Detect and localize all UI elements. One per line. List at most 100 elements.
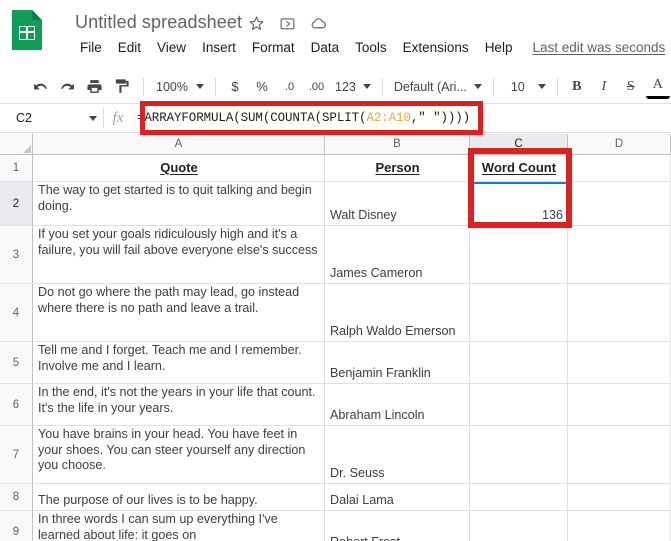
cell-d4[interactable] bbox=[568, 284, 671, 342]
menu-item-data[interactable]: Data bbox=[303, 38, 348, 57]
toolbar-divider-4 bbox=[492, 77, 494, 96]
menu-item-tools[interactable]: Tools bbox=[347, 38, 395, 57]
chevron-down-icon bbox=[473, 84, 482, 89]
row-header-4[interactable]: 4 bbox=[0, 284, 33, 342]
currency-format-button[interactable]: $ bbox=[223, 75, 247, 99]
cell-c2[interactable]: 136 bbox=[470, 182, 568, 226]
column-header-c[interactable]: C bbox=[470, 134, 568, 155]
redo-icon[interactable] bbox=[55, 75, 79, 99]
cell-d3[interactable] bbox=[568, 226, 671, 284]
cell-c9[interactable] bbox=[470, 511, 568, 541]
menu-item-insert[interactable]: Insert bbox=[194, 38, 244, 57]
cell-a3[interactable]: If you set your goals ridiculously high … bbox=[33, 226, 325, 284]
cell-b5[interactable]: Benjamin Franklin bbox=[325, 342, 470, 384]
print-icon[interactable] bbox=[82, 75, 106, 99]
menu-item-edit[interactable]: Edit bbox=[110, 38, 149, 57]
last-edit-status[interactable]: Last edit was seconds bbox=[532, 40, 665, 55]
cell-a9[interactable]: In three words I can sum up everything I… bbox=[33, 511, 325, 541]
cell-a5-text: Tell me and I forget. Teach me and I rem… bbox=[38, 343, 302, 373]
menu-item-format[interactable]: Format bbox=[244, 38, 303, 57]
move-to-folder-icon[interactable] bbox=[279, 15, 296, 32]
cell-b3[interactable]: James Cameron bbox=[325, 226, 470, 284]
menu-item-file[interactable]: File bbox=[72, 38, 110, 57]
font-family-dropdown[interactable]: Default (Ari... bbox=[390, 75, 486, 99]
document-title[interactable]: Untitled spreadsheet bbox=[75, 12, 242, 33]
cell-c8[interactable] bbox=[470, 484, 568, 511]
cell-a6[interactable]: In the end, it's not the years in your l… bbox=[33, 384, 325, 426]
cell-a2[interactable]: The way to get started is to quit talkin… bbox=[33, 182, 325, 226]
fill-handle[interactable] bbox=[565, 223, 571, 229]
cell-c4[interactable] bbox=[470, 284, 568, 342]
cell-c1-text: Word Count bbox=[481, 159, 557, 175]
chevron-down-icon bbox=[196, 84, 204, 89]
cell-b4[interactable]: Ralph Waldo Emerson bbox=[325, 284, 470, 342]
cell-b6[interactable]: Abraham Lincoln bbox=[325, 384, 470, 426]
row-header-7[interactable]: 7 bbox=[0, 426, 33, 484]
cell-b7[interactable]: Dr. Seuss bbox=[325, 426, 470, 484]
cell-d2[interactable] bbox=[568, 182, 671, 226]
cell-b1-text: Person bbox=[375, 159, 420, 175]
cell-a4[interactable]: Do not go where the path may lead, go in… bbox=[33, 284, 325, 342]
column-header-a[interactable]: A bbox=[33, 134, 325, 155]
cell-b8[interactable]: Dalai Lama bbox=[325, 484, 470, 511]
cloud-saved-icon[interactable] bbox=[310, 15, 327, 32]
row-header-2[interactable]: 2 bbox=[0, 182, 33, 226]
undo-icon[interactable] bbox=[28, 75, 52, 99]
cell-d1[interactable] bbox=[568, 155, 671, 182]
cell-b2-text: Walt Disney bbox=[330, 207, 397, 222]
cell-a8[interactable]: The purpose of our lives is to be happy. bbox=[33, 484, 325, 511]
row-header-5-label: 5 bbox=[12, 356, 20, 369]
italic-button[interactable]: I bbox=[592, 75, 616, 99]
cell-a6-text: In the end, it's not the years in your l… bbox=[38, 385, 316, 415]
number-format-dropdown[interactable]: 123 bbox=[331, 75, 375, 99]
cell-b2[interactable]: Walt Disney bbox=[325, 182, 470, 226]
paint-format-icon[interactable] bbox=[109, 75, 133, 99]
font-size-dropdown[interactable]: 10 bbox=[501, 75, 550, 99]
cell-a7[interactable]: You have brains in your head. You have f… bbox=[33, 426, 325, 484]
google-sheets-logo[interactable] bbox=[12, 10, 42, 50]
percent-format-button[interactable]: % bbox=[250, 75, 274, 99]
cell-a7-text: You have brains in your head. You have f… bbox=[38, 427, 306, 472]
cell-d8[interactable] bbox=[568, 484, 671, 511]
row-header-5[interactable]: 5 bbox=[0, 342, 33, 384]
text-color-button[interactable]: A bbox=[645, 75, 670, 99]
zoom-level-dropdown[interactable]: 100% bbox=[151, 75, 208, 99]
cell-d7[interactable] bbox=[568, 426, 671, 484]
star-icon[interactable] bbox=[248, 15, 265, 32]
row-header-6[interactable]: 6 bbox=[0, 384, 33, 426]
row-header-1[interactable]: 1 bbox=[0, 155, 33, 182]
bold-button[interactable]: B bbox=[565, 75, 589, 99]
column-header-d[interactable]: D bbox=[568, 134, 671, 155]
cell-c5[interactable] bbox=[470, 342, 568, 384]
cell-b8-text: Dalai Lama bbox=[330, 492, 394, 507]
cell-b9[interactable]: Robert Frost bbox=[325, 511, 470, 541]
cell-c3[interactable] bbox=[470, 226, 568, 284]
increase-decimal-button[interactable]: .00 bbox=[304, 75, 330, 108]
name-box[interactable]: C2 bbox=[8, 107, 103, 129]
row-header-3[interactable]: 3 bbox=[0, 226, 33, 284]
logo-grid-glyph bbox=[19, 26, 35, 40]
toolbar-divider-5 bbox=[556, 77, 558, 96]
column-header-b[interactable]: B bbox=[325, 134, 470, 155]
cell-d5[interactable] bbox=[568, 342, 671, 384]
google-sheets-window: Untitled spreadsheet File Edit View Inse… bbox=[0, 0, 671, 541]
cell-a3-text: If you set your goals ridiculously high … bbox=[38, 227, 318, 257]
cell-d9[interactable] bbox=[568, 511, 671, 541]
strikethrough-button[interactable]: S bbox=[619, 75, 643, 99]
cell-c6[interactable] bbox=[470, 384, 568, 426]
cell-d6[interactable] bbox=[568, 384, 671, 426]
menu-item-help[interactable]: Help bbox=[477, 38, 521, 57]
cell-a5[interactable]: Tell me and I forget. Teach me and I rem… bbox=[33, 342, 325, 384]
cell-b1[interactable]: Person bbox=[325, 155, 470, 182]
row-header-9[interactable]: 9 bbox=[0, 511, 33, 541]
select-all-corner[interactable] bbox=[0, 134, 33, 155]
menu-item-view[interactable]: View bbox=[149, 38, 194, 57]
decrease-decimal-button[interactable]: .0 bbox=[277, 75, 301, 108]
cell-c7[interactable] bbox=[470, 426, 568, 484]
function-icon[interactable]: fx bbox=[104, 110, 132, 127]
cell-c1[interactable]: Word Count bbox=[470, 155, 568, 182]
formula-input[interactable]: =ARRAYFORMULA(SUM(COUNTA(SPLIT(A2:A10 ," … bbox=[132, 107, 671, 129]
cell-a1[interactable]: Quote bbox=[33, 155, 325, 182]
row-header-8[interactable]: 8 bbox=[0, 484, 33, 511]
menu-item-extensions[interactable]: Extensions bbox=[395, 38, 477, 57]
